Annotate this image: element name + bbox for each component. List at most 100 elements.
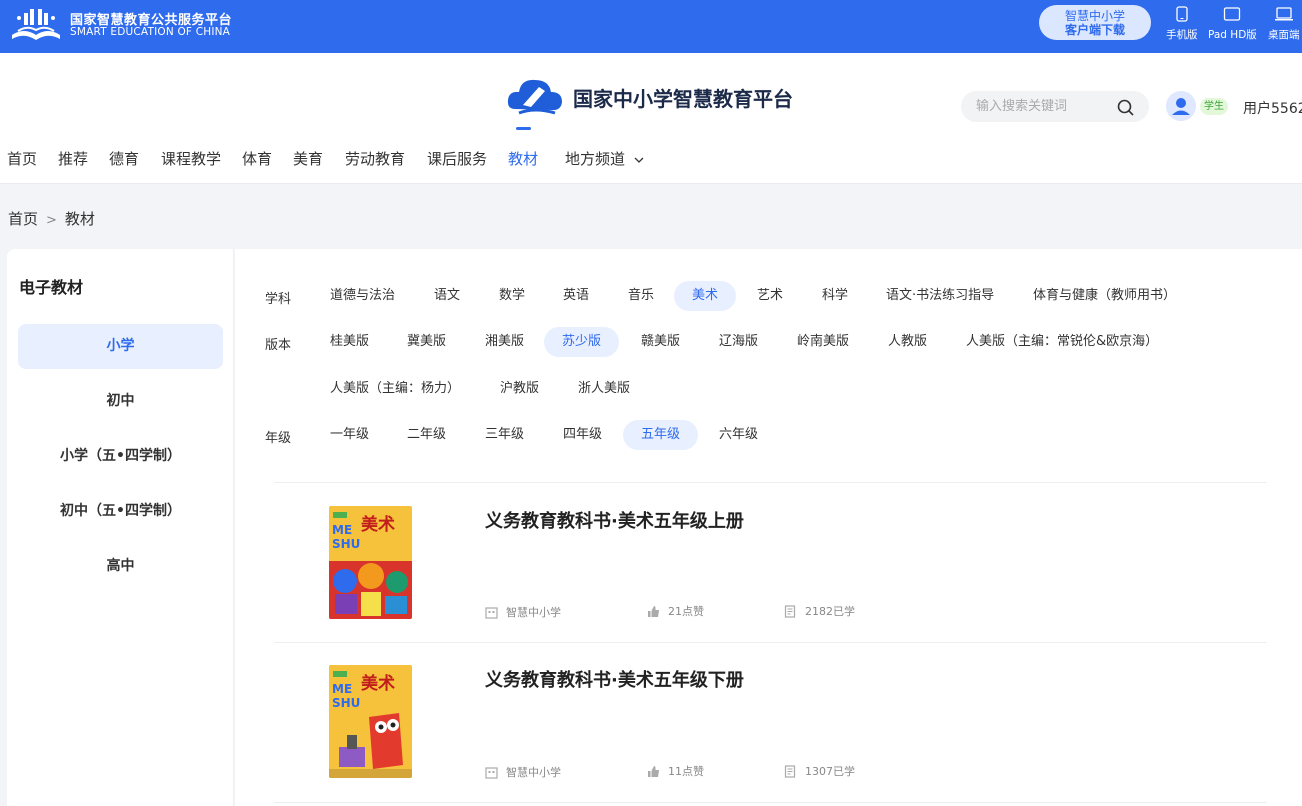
edition-chip[interactable]: 辽海版 bbox=[701, 327, 776, 357]
textbook-content: 学科 道德与法治 语文 数学 英语 音乐 美术 艺术 科学 语文·书法练习指导 … bbox=[235, 249, 1302, 806]
search-input[interactable] bbox=[976, 91, 1116, 122]
username[interactable]: 用户5562 bbox=[1243, 98, 1302, 118]
cover-art-icon: ME SHU 美术 bbox=[329, 665, 412, 778]
edition-chip-active[interactable]: 苏少版 bbox=[544, 327, 620, 357]
nav-item-after-school[interactable]: 课后服务 bbox=[427, 148, 487, 169]
laptop-icon bbox=[1274, 7, 1293, 21]
level-item-primary-54[interactable]: 小学（五•四学制） bbox=[18, 434, 223, 479]
edition-chip[interactable]: 冀美版 bbox=[389, 327, 464, 357]
cover-letters-2: SHU bbox=[332, 696, 360, 710]
subject-chip[interactable]: 道德与法治 bbox=[312, 281, 413, 311]
level-item-primary[interactable]: 小学 bbox=[18, 324, 223, 369]
textbook-cover[interactable]: ME SHU 美术 bbox=[329, 506, 412, 619]
brand-name: 国家中小学智慧教育平台 bbox=[573, 86, 793, 111]
subject-chip[interactable]: 数学 bbox=[481, 281, 543, 311]
edition-chip[interactable]: 浙人美版 bbox=[560, 374, 648, 404]
pad-version-link[interactable]: Pad HD版 bbox=[1208, 6, 1257, 42]
subject-chip[interactable]: 体育与健康（教师用书） bbox=[1015, 281, 1194, 311]
level-item-junior[interactable]: 初中 bbox=[18, 379, 223, 424]
textbook-likes: 21点赞 bbox=[647, 603, 704, 619]
tablet-icon bbox=[1224, 7, 1241, 21]
textbook-learned-count: 1307已学 bbox=[805, 765, 855, 778]
level-item-senior[interactable]: 高中 bbox=[18, 544, 223, 589]
nav-item-local-label: 地方频道 bbox=[565, 150, 626, 168]
search-icon[interactable] bbox=[1117, 99, 1135, 117]
nav-item-home[interactable]: 首页 bbox=[7, 148, 37, 169]
edition-chip[interactable]: 湘美版 bbox=[467, 327, 542, 357]
client-download-button[interactable]: 智慧中小学 客户端下载 bbox=[1039, 5, 1151, 40]
sidebar-title: 电子教材 bbox=[19, 278, 84, 297]
edition-chip[interactable]: 桂美版 bbox=[312, 327, 387, 357]
textbook-likes-count: 21点赞 bbox=[668, 605, 704, 618]
brand[interactable]: 国家中小学智慧教育平台 bbox=[505, 73, 793, 121]
grade-chip[interactable]: 六年级 bbox=[701, 420, 776, 450]
search-box bbox=[961, 91, 1149, 122]
grade-chip[interactable]: 二年级 bbox=[389, 420, 464, 450]
subject-chip[interactable]: 艺术 bbox=[739, 281, 801, 311]
edition-chip[interactable]: 人美版（主编：杨力） bbox=[312, 374, 478, 404]
subject-chip[interactable]: 科学 bbox=[804, 281, 866, 311]
grade-chip[interactable]: 三年级 bbox=[467, 420, 542, 450]
edition-chip[interactable]: 人美版（主编：常锐伦&欧京海） bbox=[948, 327, 1176, 357]
grade-chip-active[interactable]: 五年级 bbox=[623, 420, 699, 450]
mobile-version-link[interactable]: 手机版 bbox=[1166, 6, 1198, 42]
nav-item-courses[interactable]: 课程教学 bbox=[161, 148, 221, 169]
textbook-likes: 11点赞 bbox=[647, 763, 704, 779]
textbook-item[interactable]: ME SHU 美术 义务教育教科书·美术五年级上册 智慧中小学 21点赞 218… bbox=[274, 483, 1267, 643]
textbook-likes-count: 11点赞 bbox=[668, 765, 704, 778]
textbook-learned: 1307已学 bbox=[784, 763, 855, 779]
phone-icon bbox=[1176, 6, 1188, 22]
edition-chip[interactable]: 人教版 bbox=[870, 327, 945, 357]
breadcrumb-current: 教材 bbox=[64, 210, 95, 228]
textbook-title[interactable]: 义务教育教科书·美术五年级上册 bbox=[485, 507, 744, 533]
desktop-version-label: 桌面端 bbox=[1268, 29, 1300, 41]
edition-chip[interactable]: 岭南美版 bbox=[779, 327, 867, 357]
mobile-version-label: 手机版 bbox=[1166, 29, 1198, 41]
grade-chip[interactable]: 一年级 bbox=[312, 420, 387, 450]
nav-item-labor[interactable]: 劳动教育 bbox=[345, 148, 405, 169]
nav-item-sports[interactable]: 体育 bbox=[242, 148, 272, 169]
textbook-learned: 2182已学 bbox=[784, 603, 855, 619]
edition-filter-label: 版本 bbox=[265, 338, 292, 353]
study-record-icon bbox=[784, 604, 796, 618]
chevron-down-icon bbox=[634, 157, 644, 163]
platform-title-en: SMART EDUCATION OF CHINA bbox=[70, 26, 231, 38]
cover-art-icon: ME SHU 美术 bbox=[329, 506, 412, 619]
nav-item-local-channel[interactable]: 地方频道 bbox=[565, 148, 644, 169]
edition-chip[interactable]: 沪教版 bbox=[482, 374, 557, 404]
subject-chip[interactable]: 语文 bbox=[416, 281, 478, 311]
nav-item-moral[interactable]: 德育 bbox=[109, 148, 139, 169]
breadcrumb-home[interactable]: 首页 bbox=[8, 210, 38, 228]
edition-chip[interactable]: 赣美版 bbox=[623, 327, 698, 357]
role-badge: 学生 bbox=[1200, 98, 1228, 115]
desktop-version-link[interactable]: 桌面端 bbox=[1268, 6, 1300, 42]
pad-version-label: Pad HD版 bbox=[1208, 29, 1257, 41]
study-record-icon bbox=[784, 764, 796, 778]
client-download-line2: 客户端下载 bbox=[1064, 23, 1125, 37]
nav-item-textbooks[interactable]: 教材 bbox=[508, 148, 538, 169]
textbook-source: 智慧中小学 bbox=[485, 604, 561, 620]
thumbs-up-icon bbox=[648, 765, 659, 777]
platform-logo-icon bbox=[12, 9, 60, 40]
subject-chip[interactable]: 音乐 bbox=[610, 281, 672, 311]
avatar-icon[interactable] bbox=[1166, 91, 1196, 121]
nav-item-aesthetics[interactable]: 美育 bbox=[293, 148, 323, 169]
cover-title: 美术 bbox=[361, 514, 395, 535]
thumbs-up-icon bbox=[648, 605, 659, 617]
subject-chip[interactable]: 语文·书法练习指导 bbox=[868, 281, 1012, 311]
subject-chip-active[interactable]: 美术 bbox=[674, 281, 737, 311]
textbook-title[interactable]: 义务教育教科书·美术五年级下册 bbox=[485, 666, 744, 692]
cover-letters-1: ME bbox=[332, 682, 352, 696]
nav-active-indicator bbox=[516, 127, 531, 130]
level-sidebar: 电子教材 小学 初中 小学（五•四学制） 初中（五•四学制） 高中 bbox=[7, 249, 234, 806]
nav-item-recommend[interactable]: 推荐 bbox=[58, 148, 88, 169]
textbook-source: 智慧中小学 bbox=[485, 764, 561, 780]
textbook-item[interactable]: ME SHU 美术 义务教育教科书·美术五年级下册 智慧中小学 11点赞 130… bbox=[274, 643, 1267, 803]
textbook-cover[interactable]: ME SHU 美术 bbox=[329, 665, 412, 778]
subject-chip[interactable]: 英语 bbox=[545, 281, 607, 311]
list-divider bbox=[274, 802, 1267, 803]
grade-chip[interactable]: 四年级 bbox=[545, 420, 620, 450]
textbook-source-label: 智慧中小学 bbox=[506, 606, 561, 619]
grade-filter-label: 年级 bbox=[265, 431, 292, 446]
level-item-junior-54[interactable]: 初中（五•四学制） bbox=[18, 489, 223, 534]
